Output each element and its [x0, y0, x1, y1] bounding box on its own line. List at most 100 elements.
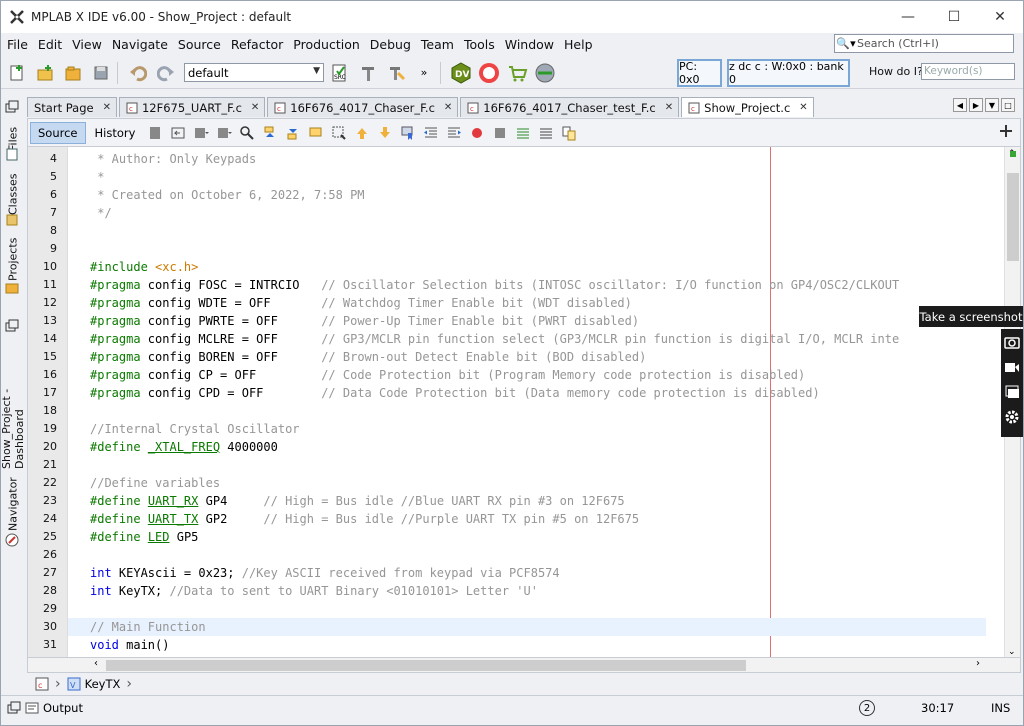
find-selection-icon[interactable] [306, 124, 326, 142]
undo-icon[interactable] [126, 62, 150, 84]
close-tab-icon[interactable]: ✕ [103, 102, 111, 113]
find-icon[interactable] [237, 124, 257, 142]
uncomment-icon[interactable] [536, 124, 556, 142]
how-do-i-keyword-input[interactable]: Keyword(s) [921, 63, 1015, 80]
back-icon[interactable] [168, 124, 188, 142]
close-tab-icon[interactable]: ✕ [665, 102, 673, 113]
toggle-highlight-icon[interactable] [329, 124, 349, 142]
code-line[interactable]: * Created on October 6, 2022, 7:58 PM [68, 186, 986, 204]
save-all-icon[interactable] [89, 62, 113, 84]
code-line[interactable]: //Define variables [68, 474, 986, 492]
tab-show-project[interactable]: c Show_Project.c ✕ [681, 97, 814, 117]
camera-icon[interactable] [1001, 329, 1023, 354]
shift-left-icon[interactable] [421, 124, 441, 142]
close-tab-icon[interactable]: ✕ [799, 102, 807, 113]
minimize-button[interactable]: — [885, 1, 931, 33]
data-visualizer-icon[interactable]: DV [449, 61, 473, 84]
code-line[interactable] [68, 240, 986, 258]
code-line[interactable]: void main() [68, 636, 986, 654]
close-tab-icon[interactable]: ✕ [444, 102, 452, 113]
next-bookmark-icon[interactable] [375, 124, 395, 142]
breadcrumb-item[interactable]: KeyTX [85, 677, 121, 691]
code-line[interactable]: #define UART_TX GP2 // High = Bus idle /… [68, 510, 986, 528]
menu-edit[interactable]: Edit [34, 37, 66, 52]
code-line[interactable]: #define _XTAL_FREQ 4000000 [68, 438, 986, 456]
menu-production[interactable]: Production [289, 37, 364, 52]
code-area[interactable]: * Author: Only Keypads * * Created on Oc… [68, 147, 986, 657]
source-file-icon[interactable]: c [35, 677, 49, 691]
code-line[interactable]: #pragma config FOSC = INTRCIO // Oscilla… [68, 276, 986, 294]
side-tab-dashboard[interactable]: Show_Project - Dashboard [0, 339, 26, 469]
new-project-icon[interactable] [33, 62, 57, 84]
code-line[interactable]: #pragma config CP = OFF // Code Protecti… [68, 366, 986, 384]
menu-team[interactable]: Team [417, 37, 458, 52]
settings-gear-icon[interactable] [1001, 404, 1023, 429]
code-line[interactable] [68, 546, 986, 564]
menu-tools[interactable]: Tools [460, 37, 499, 52]
code-line[interactable]: #pragma config CPD = OFF // Data Code Pr… [68, 384, 986, 402]
code-line[interactable]: */ [68, 204, 986, 222]
maximize-editor-icon[interactable]: □ [1001, 98, 1015, 112]
comment-icon[interactable] [513, 124, 533, 142]
diff-icon[interactable] [559, 124, 579, 142]
source-view-button[interactable]: Source [30, 121, 86, 144]
scroll-tabs-left-icon[interactable]: ◀ [953, 98, 967, 112]
code-line[interactable]: #include <xc.h> [68, 258, 986, 276]
code-line[interactable] [68, 222, 986, 240]
code-editor[interactable]: 4 5 6 7 8 9 10 11 12 13 14 15 16 17 18 19 20 21 22 23 24 25 26… [27, 146, 1021, 658]
split-editor-icon[interactable] [1000, 125, 1012, 140]
side-tab-navigator[interactable]: Navigator [3, 477, 23, 531]
menu-debug[interactable]: Debug [366, 37, 415, 52]
horizontal-scroll-thumb[interactable] [106, 660, 746, 671]
set-project-configuration-icon[interactable]: SRC [328, 62, 352, 84]
code-line[interactable]: #define LED GP5 [68, 528, 986, 546]
maximize-button[interactable]: ☐ [931, 1, 977, 33]
restore-window-group-icon[interactable] [5, 319, 19, 333]
back-dropdown-icon[interactable] [191, 124, 211, 142]
shift-right-icon[interactable] [444, 124, 464, 142]
menu-navigate[interactable]: Navigate [108, 37, 172, 52]
tab-start-page[interactable]: Start Page ✕ [27, 97, 117, 117]
configuration-select[interactable]: default ▼ [184, 63, 324, 82]
horizontal-scrollbar[interactable]: ‹ › [27, 658, 1021, 673]
notifications-indicator[interactable]: 2 [859, 696, 875, 720]
code-line[interactable]: #pragma config PWRTE = OFF // Power-Up T… [68, 312, 986, 330]
mplab-discover-icon[interactable] [477, 62, 501, 84]
code-line[interactable]: int KEYAscii = 0x23; //Key ASCII receive… [68, 564, 986, 582]
close-tab-icon[interactable]: ✕ [251, 102, 259, 113]
code-line[interactable]: * [68, 168, 986, 186]
code-line[interactable]: #pragma config WDTE = OFF // Watchdog Ti… [68, 294, 986, 312]
stop-macro-icon[interactable] [490, 124, 510, 142]
new-file-icon[interactable] [5, 62, 29, 84]
global-search-input[interactable]: 🔍▾ Search (Ctrl+I) [834, 34, 1014, 53]
scroll-left-icon[interactable]: ‹ [94, 658, 98, 669]
menu-view[interactable]: View [68, 37, 106, 52]
side-tab-classes[interactable]: Classes [3, 169, 23, 215]
microchip-store-icon[interactable] [505, 62, 529, 84]
tab-16f676-chaser[interactable]: c 16F676_4017_Chaser_F.c ✕ [267, 97, 459, 117]
scroll-down-icon[interactable]: ⌄ [1008, 647, 1016, 657]
redo-icon[interactable] [154, 62, 178, 84]
gallery-icon[interactable] [1001, 379, 1023, 404]
code-line[interactable]: int KeyTX; //Data to sent to UART Binary… [68, 582, 986, 600]
menu-help[interactable]: Help [560, 37, 597, 52]
more-toolbar-icon[interactable]: » [412, 62, 436, 84]
code-line[interactable]: //Internal Crystal Oscillator [68, 420, 986, 438]
menu-file[interactable]: File [3, 37, 32, 52]
find-previous-icon[interactable] [260, 124, 280, 142]
menu-window[interactable]: Window [501, 37, 558, 52]
open-project-icon[interactable] [61, 62, 85, 84]
code-line[interactable] [68, 402, 986, 420]
forward-dropdown-icon[interactable] [214, 124, 234, 142]
find-next-icon[interactable] [283, 124, 303, 142]
menu-source[interactable]: Source [174, 37, 225, 52]
last-edit-icon[interactable] [145, 124, 165, 142]
close-button[interactable]: ✕ [977, 1, 1023, 33]
output-window-button[interactable]: Output [7, 696, 83, 720]
scroll-tabs-right-icon[interactable]: ▶ [969, 98, 983, 112]
side-tab-projects[interactable]: Projects [3, 235, 23, 281]
code-line[interactable] [68, 600, 986, 618]
code-line[interactable]: // Main Function [68, 618, 986, 636]
previous-bookmark-icon[interactable] [352, 124, 372, 142]
restore-window-group-icon[interactable] [5, 100, 19, 114]
